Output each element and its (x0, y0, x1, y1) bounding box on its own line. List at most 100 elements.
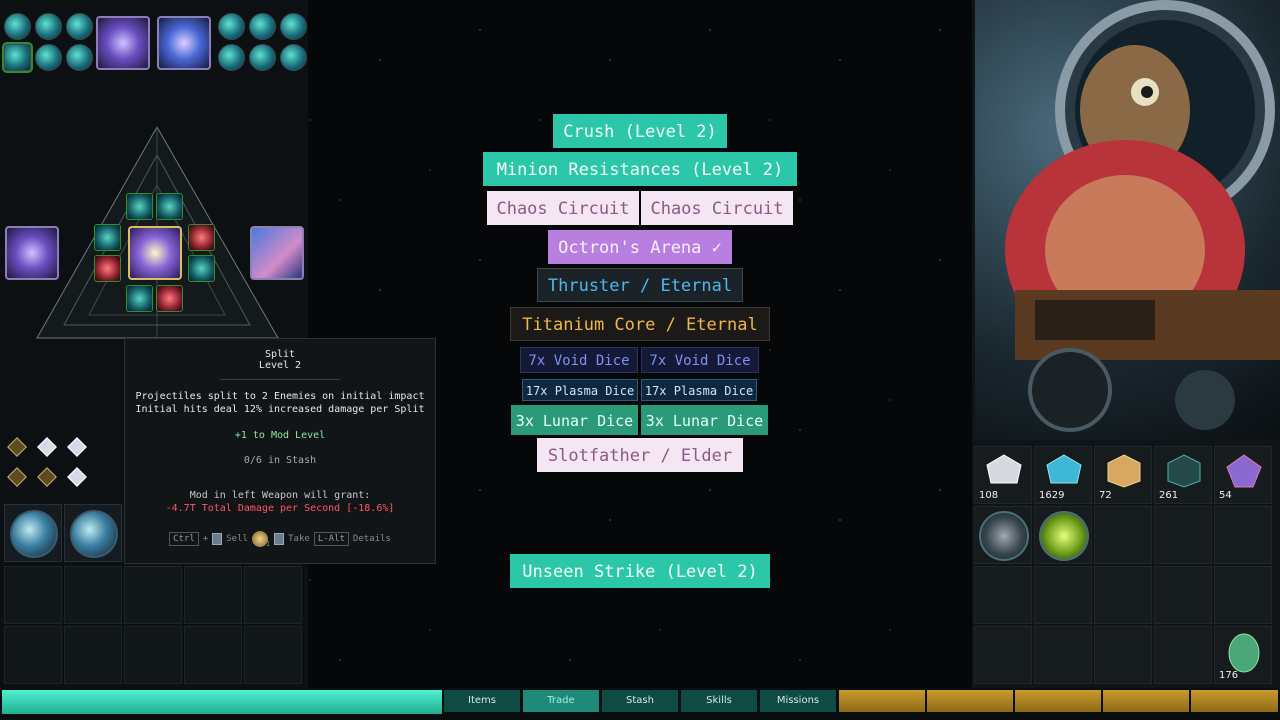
resource-count: 108 (979, 490, 999, 501)
choice-void-dice-right[interactable]: 7x Void Dice (641, 347, 759, 373)
inventory-slot[interactable] (1154, 626, 1212, 684)
inventory-slot[interactable] (4, 566, 62, 624)
weapon-slot-left[interactable] (4, 504, 62, 562)
core-mod-slot[interactable] (188, 224, 215, 251)
rune-icon[interactable] (37, 467, 57, 487)
resource-slot[interactable]: 1629 (1034, 446, 1092, 504)
choice-crush[interactable]: Crush (Level 2) (553, 114, 727, 148)
choice-minion-resistances[interactable]: Minion Resistances (Level 2) (483, 152, 797, 186)
rune-icon[interactable] (37, 437, 57, 457)
mod-slot[interactable] (249, 44, 276, 71)
mod-slot[interactable] (66, 44, 93, 71)
rune-icon[interactable] (67, 467, 87, 487)
choice-thruster[interactable]: Thruster / Eternal (537, 268, 743, 302)
core-mod-slot[interactable] (156, 193, 183, 220)
ctrl-key: Ctrl (169, 532, 199, 546)
mod-slot[interactable] (4, 13, 31, 40)
blue-crystal-icon (1046, 454, 1082, 484)
choice-chaos-circuit-left[interactable]: Chaos Circuit (487, 191, 639, 225)
tooltip-title: Split (264, 349, 296, 360)
core-mod-slot[interactable] (188, 255, 215, 282)
tooltip-keybinds: Ctrl + Sell 1 Take L-Alt Details (125, 530, 435, 548)
choice-slotfather[interactable]: Slotfather / Elder (537, 438, 743, 472)
inventory-slot[interactable] (1154, 506, 1212, 564)
inventory-slot[interactable] (1094, 626, 1152, 684)
mod-slot[interactable] (249, 13, 276, 40)
resource-slot[interactable]: 108 (974, 446, 1032, 504)
mod-slot[interactable] (66, 13, 93, 40)
inventory-slot[interactable] (1214, 566, 1272, 624)
mouse-icon (274, 533, 285, 545)
tooltip-desc-line1: Projectiles split to 2 Enemies on initia… (135, 391, 425, 402)
resource-slot[interactable]: 72 (1094, 446, 1152, 504)
mod-slot[interactable] (280, 44, 307, 71)
inventory-slot[interactable] (64, 626, 122, 684)
choice-plasma-dice-right[interactable]: 17x Plasma Dice (641, 379, 757, 401)
tab-items[interactable]: Items (444, 690, 520, 712)
core-mod-slot[interactable] (156, 285, 183, 312)
choice-octrons-arena[interactable]: Octron's Arena ✓ (548, 230, 732, 264)
core-mod-slot[interactable] (94, 224, 121, 251)
details-label: Details (352, 534, 391, 544)
choice-unseen-strike[interactable]: Unseen Strike (Level 2) (510, 554, 770, 588)
merchant-portrait (975, 0, 1280, 440)
choice-lunar-dice-left[interactable]: 3x Lunar Dice (511, 405, 638, 435)
egg-count: 176 (1219, 670, 1239, 681)
mod-slot-selected[interactable] (2, 42, 33, 73)
tab-missions[interactable]: Missions (760, 690, 836, 712)
mod-slot[interactable] (218, 13, 245, 40)
inventory-slot[interactable] (1094, 506, 1152, 564)
inventory-slot[interactable] (184, 626, 242, 684)
weapon-stash-slot[interactable] (1034, 506, 1092, 564)
mouse-icon (212, 533, 223, 545)
inventory-slot[interactable] (244, 626, 302, 684)
left-side-core[interactable] (5, 226, 59, 280)
weapon-stash-slot[interactable] (974, 506, 1032, 564)
inventory-slot[interactable] (1034, 566, 1092, 624)
weapon-core-card[interactable] (157, 16, 211, 70)
inventory-slot[interactable] (124, 626, 182, 684)
weapon-core-card[interactable] (96, 16, 150, 70)
egg-slot[interactable]: 176 (1214, 626, 1272, 684)
choice-chaos-circuit-right[interactable]: Chaos Circuit (641, 191, 793, 225)
ship-core[interactable] (128, 226, 182, 280)
weapon-slot-right[interactable] (64, 504, 122, 562)
resource-slot[interactable]: 261 (1154, 446, 1212, 504)
inventory-slot[interactable] (1154, 566, 1212, 624)
tab-stash[interactable]: Stash (602, 690, 678, 712)
inventory-slot[interactable] (1214, 506, 1272, 564)
inventory-slot[interactable] (184, 566, 242, 624)
mod-slot[interactable] (218, 44, 245, 71)
inventory-slot[interactable] (124, 566, 182, 624)
white-crystal-icon (986, 454, 1022, 484)
inventory-slot[interactable] (974, 566, 1032, 624)
weapon-icon (70, 510, 118, 558)
core-mod-slot[interactable] (126, 193, 153, 220)
core-mod-slot[interactable] (126, 285, 153, 312)
tab-trade[interactable]: Trade (523, 690, 599, 712)
inventory-slot[interactable] (1034, 626, 1092, 684)
tab-skills[interactable]: Skills (681, 690, 757, 712)
mod-slot[interactable] (280, 13, 307, 40)
tooltip-stash-count: 0/6 in Stash (243, 455, 317, 466)
mod-slot[interactable] (35, 44, 62, 71)
weapon-icon (10, 510, 58, 558)
inventory-slot[interactable] (1094, 566, 1152, 624)
tooltip-level: Level 2 (258, 360, 302, 371)
resource-slot[interactable]: 54 (1214, 446, 1272, 504)
inventory-slot[interactable] (974, 626, 1032, 684)
choice-void-dice-left[interactable]: 7x Void Dice (520, 347, 638, 373)
inventory-slot[interactable] (4, 626, 62, 684)
choice-lunar-dice-right[interactable]: 3x Lunar Dice (641, 405, 768, 435)
inventory-slot[interactable] (244, 566, 302, 624)
rune-icon[interactable] (67, 437, 87, 457)
rune-icon[interactable] (7, 467, 27, 487)
mod-slot[interactable] (35, 13, 62, 40)
choice-plasma-dice-left[interactable]: 17x Plasma Dice (522, 379, 638, 401)
core-mod-slot[interactable] (94, 255, 121, 282)
tooltip-divider (220, 379, 340, 380)
choice-titanium-core[interactable]: Titanium Core / Eternal (510, 307, 770, 341)
inventory-slot[interactable] (64, 566, 122, 624)
right-side-core[interactable] (250, 226, 304, 280)
rune-icon[interactable] (7, 437, 27, 457)
